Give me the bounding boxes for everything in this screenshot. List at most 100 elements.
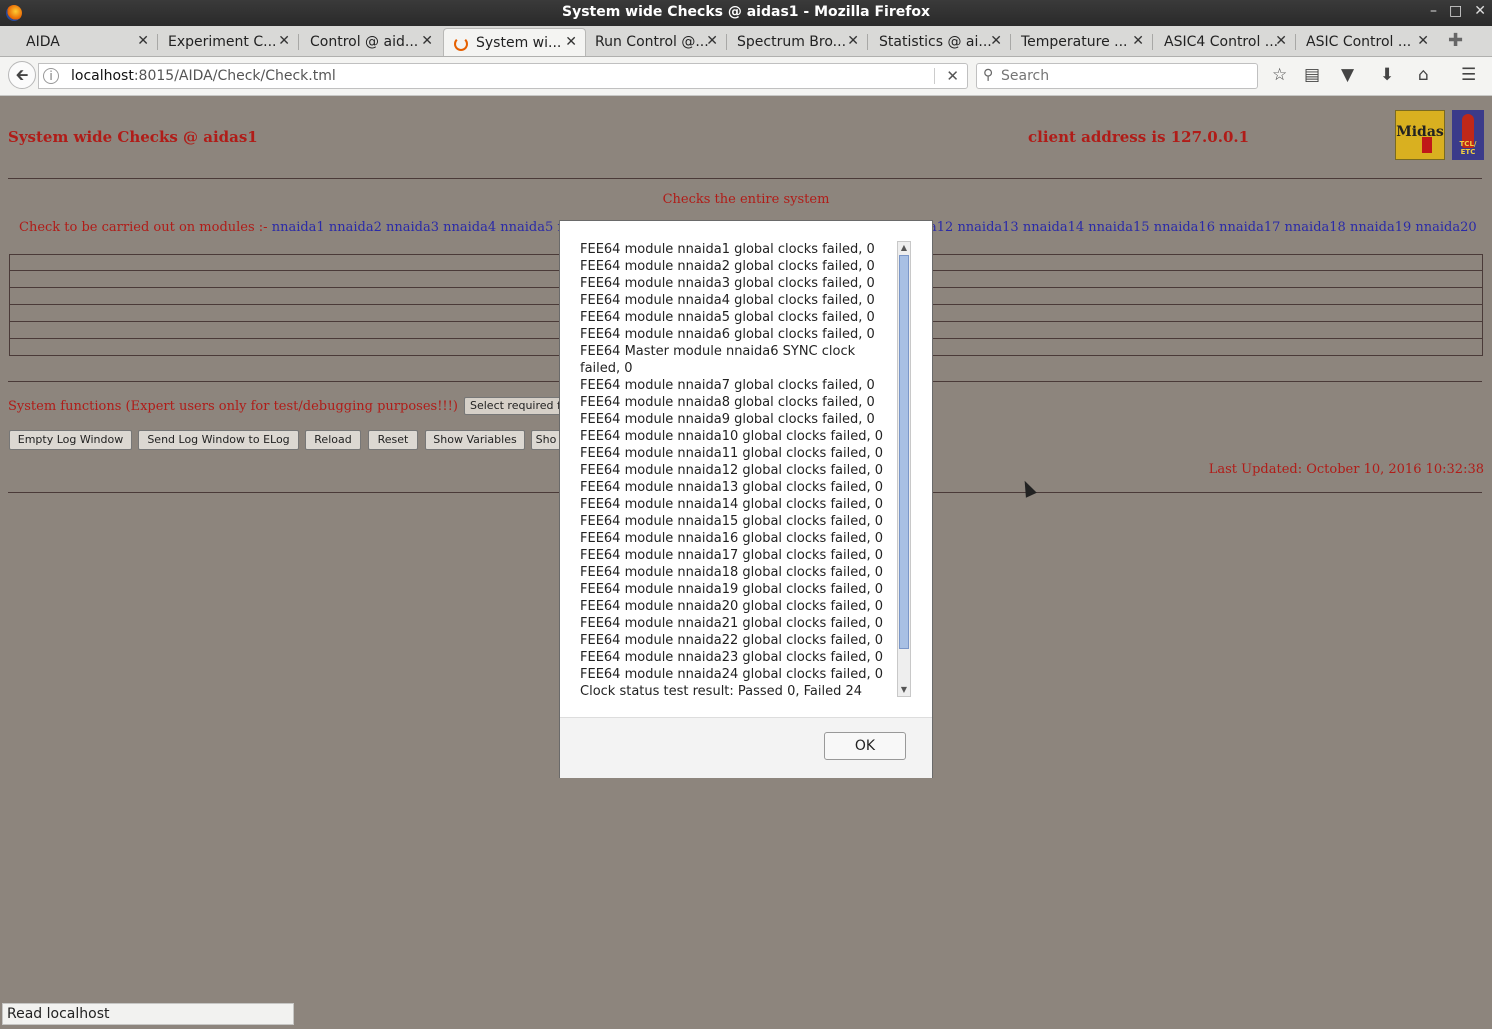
module-link-nnaida5[interactable]: nnaida5 (500, 220, 553, 235)
tab-temperature[interactable]: Temperature ... ✕ (997, 28, 1152, 56)
module-link-nnaida20[interactable]: nnaida20 (1415, 220, 1476, 235)
tab-experiment-control[interactable]: Experiment C... ✕ (144, 28, 298, 56)
scroll-down-icon[interactable]: ▼ (898, 684, 910, 696)
dialog-scrollbar[interactable]: ▲ ▼ (897, 241, 911, 697)
url-separator (934, 68, 935, 84)
module-link-nnaida3[interactable]: nnaida3 (386, 220, 439, 235)
url-host: localhost (71, 68, 134, 84)
download-icon[interactable]: ⬇ (1380, 65, 1394, 85)
tab-label: Statistics @ ai... (879, 34, 992, 50)
scroll-thumb[interactable] (899, 255, 909, 649)
close-tab-icon[interactable]: ✕ (421, 33, 433, 49)
tab-statistics[interactable]: Statistics @ ai... ✕ (855, 28, 1010, 56)
last-updated: Last Updated: October 10, 2016 10:32:38 (1208, 462, 1484, 477)
dialog-line: Clock status test result: Passed 0, Fail… (580, 684, 863, 699)
dialog-line: FEE64 module nnaida14 global clocks fail… (580, 497, 884, 512)
dialog-line: FEE64 module nnaida2 global clocks faile… (580, 259, 875, 274)
dialog-line: FEE64 module nnaida11 global clocks fail… (580, 446, 884, 461)
dialog-line: FEE64 module nnaida1 global clocks faile… (580, 242, 875, 257)
dialog-line: FEE64 module nnaida23 global clocks fail… (580, 650, 884, 665)
dialog-footer: OK (560, 717, 932, 778)
dialog-line: FEE64 module nnaida10 global clocks fail… (580, 429, 884, 444)
dialog-line: FEE64 module nnaida24 global clocks fail… (580, 667, 884, 682)
close-window-icon[interactable]: ✕ (1474, 3, 1486, 19)
search-input[interactable] (999, 66, 1253, 86)
url-bar[interactable]: i localhost:8015/AIDA/Check/Check.tml ✕ (38, 63, 968, 89)
dialog-line: FEE64 module nnaida3 global clocks faile… (580, 276, 875, 291)
scroll-up-icon[interactable]: ▲ (898, 242, 910, 254)
clock-status-dialog: FEE64 module nnaida1 global clocks faile… (559, 220, 933, 778)
dialog-line: FEE64 module nnaida18 global clocks fail… (580, 565, 884, 580)
module-link-nnaida13[interactable]: nnaida13 (957, 220, 1018, 235)
search-icon: ⚲ (983, 67, 994, 83)
new-tab-icon[interactable]: ✚ (1448, 30, 1463, 51)
stop-loading-icon[interactable]: ✕ (946, 67, 959, 85)
loading-spinner-icon (454, 37, 468, 51)
show-variables-button[interactable]: Show Variables (425, 430, 525, 450)
window-titlebar: System wide Checks @ aidas1 - Mozilla Fi… (0, 0, 1492, 26)
menu-icon[interactable]: ☰ (1461, 65, 1476, 85)
tcl-logo-text: TCL/ ETC (1459, 140, 1477, 156)
window-controls: – □ ✕ (1418, 3, 1486, 19)
tab-asic-control[interactable]: ASIC Control ... ✕ (1282, 28, 1437, 56)
function-select[interactable]: Select required f (464, 397, 564, 415)
tab-label: ASIC4 Control ... (1164, 34, 1279, 50)
home-icon[interactable]: ⌂ (1418, 65, 1429, 85)
minimize-icon[interactable]: – (1430, 3, 1437, 19)
search-box[interactable]: ⚲ (976, 63, 1258, 89)
tab-label: Spectrum Bro... (737, 34, 847, 50)
tab-strip: AIDA ✕ Experiment C... ✕ Control @ aid... ✕… (0, 26, 1492, 57)
tab-asic4-control[interactable]: ASIC4 Control ... ✕ (1140, 28, 1295, 56)
dialog-line: FEE64 module nnaida9 global clocks faile… (580, 412, 875, 427)
midas-logo: Midas (1395, 110, 1445, 160)
back-arrow-icon[interactable]: 🡰 (8, 61, 36, 89)
dialog-line: FEE64 module nnaida5 global clocks faile… (580, 310, 875, 325)
tab-label: System wi... (476, 35, 562, 51)
tab-control[interactable]: Control @ aid... ✕ (286, 28, 441, 56)
tab-label: Control @ aid... (310, 34, 419, 50)
send-log-to-elog-button[interactable]: Send Log Window to ELog (138, 430, 299, 450)
reading-list-icon[interactable]: ▤ (1304, 65, 1320, 85)
close-tab-icon[interactable]: ✕ (1417, 33, 1429, 49)
info-icon[interactable]: i (43, 68, 59, 84)
pocket-icon[interactable]: ▼ (1341, 65, 1354, 85)
module-link-nnaida18[interactable]: nnaida18 (1285, 220, 1346, 235)
dialog-line: FEE64 module nnaida22 global clocks fail… (580, 633, 884, 648)
module-link-nnaida1[interactable]: nnaida1 (272, 220, 325, 235)
module-link-nnaida15[interactable]: nnaida15 (1088, 220, 1149, 235)
tab-run-control[interactable]: Run Control @... ✕ (571, 28, 726, 56)
module-link-nnaida2[interactable]: nnaida2 (329, 220, 382, 235)
tab-label: AIDA (26, 34, 60, 50)
module-check-line-right: a12 nnaida13 nnaida14 nnaida15 nnaida16 … (929, 220, 1477, 235)
maximize-icon[interactable]: □ (1449, 3, 1462, 19)
dialog-line: FEE64 module nnaida21 global clocks fail… (580, 616, 884, 631)
module-link-nnaida4[interactable]: nnaida4 (443, 220, 496, 235)
reset-button[interactable]: Reset (368, 430, 418, 450)
dialog-line: FEE64 module nnaida8 global clocks faile… (580, 395, 875, 410)
reload-button[interactable]: Reload (305, 430, 361, 450)
module-link-nnaida16[interactable]: nnaida16 (1154, 220, 1215, 235)
divider (8, 178, 1482, 179)
empty-log-window-button[interactable]: Empty Log Window (9, 430, 132, 450)
show-button-partial[interactable]: Sho (531, 430, 561, 450)
tab-label: ASIC Control ... (1306, 34, 1412, 50)
dialog-line: FEE64 module nnaida7 global clocks faile… (580, 378, 875, 393)
tab-label: Run Control @... (595, 34, 709, 50)
dialog-line: FEE64 module nnaida12 global clocks fail… (580, 463, 884, 478)
dialog-line: FEE64 module nnaida15 global clocks fail… (580, 514, 884, 529)
tab-system-wide-checks[interactable]: System wi... ✕ (443, 28, 586, 56)
module-link-nnaida14[interactable]: nnaida14 (1023, 220, 1084, 235)
page-title: System wide Checks @ aidas1 (8, 128, 258, 146)
tab-spectrum-browser[interactable]: Spectrum Bro... ✕ (713, 28, 867, 56)
dialog-line: FEE64 module nnaida17 global clocks fail… (580, 548, 884, 563)
bookmark-star-icon[interactable]: ☆ (1272, 65, 1287, 85)
tab-aida[interactable]: AIDA ✕ (2, 28, 157, 56)
module-check-line: Check to be carried out on modules :- nn… (19, 220, 574, 235)
module-link-nnaida17[interactable]: nnaida17 (1219, 220, 1280, 235)
dialog-line: FEE64 module nnaida13 global clocks fail… (580, 480, 884, 495)
logo-flag-icon (1422, 137, 1432, 153)
window-title: System wide Checks @ aidas1 - Mozilla Fi… (561, 4, 930, 20)
check-label: Check to be carried out on modules :- (19, 220, 268, 235)
ok-button[interactable]: OK (824, 732, 906, 760)
module-link-nnaida19[interactable]: nnaida19 (1350, 220, 1411, 235)
